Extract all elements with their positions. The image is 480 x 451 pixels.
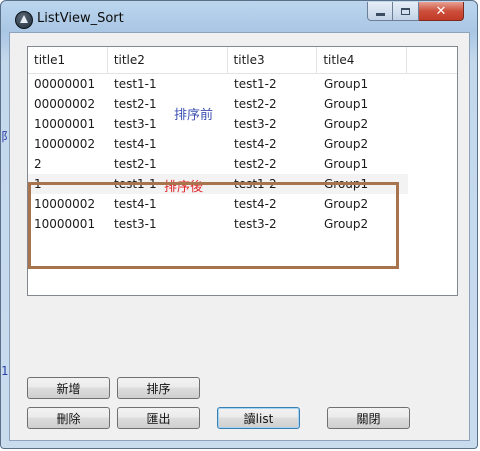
- table-cell: test1-1: [114, 77, 157, 91]
- table-row[interactable]: 00000002 test2-1 test2-2 Group1: [28, 94, 408, 114]
- export-button[interactable]: 匯出: [117, 407, 200, 429]
- title-bar[interactable]: ListView_Sort ✕: [1, 1, 477, 33]
- table-cell: test3-2: [234, 117, 277, 131]
- caption-buttons: ✕: [367, 2, 464, 22]
- add-button[interactable]: 新增: [27, 377, 110, 399]
- table-row[interactable]: 2 test2-1 test2-2 Group1: [28, 154, 408, 174]
- maximize-button[interactable]: [393, 2, 419, 21]
- column-header-title1[interactable]: title1: [28, 47, 108, 73]
- table-cell: test2-2: [234, 157, 277, 171]
- delete-button[interactable]: 刪除: [27, 407, 110, 429]
- app-icon: [15, 11, 33, 29]
- table-cell: 2: [34, 157, 42, 171]
- table-cell: Group1: [324, 77, 369, 91]
- sorted-rows-highlight: [28, 182, 399, 269]
- client-area: title1 title2 title3 title4 00000001 tes…: [9, 32, 470, 441]
- maximize-icon: [401, 7, 410, 15]
- table-cell: 00000002: [34, 97, 96, 111]
- minimize-icon: [375, 12, 385, 16]
- close-button[interactable]: 關閉: [327, 407, 410, 429]
- table-cell: Group1: [324, 157, 369, 171]
- table-cell: test1-2: [234, 77, 277, 91]
- sort-button[interactable]: 排序: [117, 377, 200, 399]
- table-row[interactable]: 10000002 test4-1 test4-2 Group2: [28, 134, 408, 154]
- table-cell: 10000002: [34, 137, 96, 151]
- read-list-button[interactable]: 讀list: [217, 407, 300, 429]
- table-cell: Group2: [324, 137, 369, 151]
- close-icon: ✕: [435, 3, 447, 19]
- column-header-title2[interactable]: title2: [108, 47, 228, 73]
- side-marker-bottom: 1: [1, 364, 9, 378]
- close-window-button[interactable]: ✕: [419, 2, 464, 21]
- table-cell: 10000001: [34, 117, 96, 131]
- before-sort-note: 排序前: [174, 108, 214, 123]
- table-cell: test4-2: [234, 137, 277, 151]
- column-header-title4[interactable]: title4: [317, 47, 408, 73]
- table-cell: Group1: [324, 97, 369, 111]
- table-cell: Group2: [324, 117, 369, 131]
- table-cell: test4-1: [114, 137, 157, 151]
- window-title: ListView_Sort: [37, 11, 124, 26]
- minimize-button[interactable]: [367, 2, 393, 21]
- table-row[interactable]: 00000001 test1-1 test1-2 Group1: [28, 74, 408, 94]
- table-cell: test2-2: [234, 97, 277, 111]
- table-row[interactable]: 10000001 test3-1 test3-2 Group2: [28, 114, 408, 134]
- side-marker-top: 阝: [1, 130, 14, 144]
- column-header-title3[interactable]: title3: [228, 47, 318, 73]
- column-header-filler: [407, 47, 457, 73]
- list-header: title1 title2 title3 title4: [28, 47, 457, 74]
- table-cell: test2-1: [114, 157, 157, 171]
- main-window: ListView_Sort ✕ title1 title2 title3 tit…: [0, 0, 478, 449]
- table-cell: 00000001: [34, 77, 96, 91]
